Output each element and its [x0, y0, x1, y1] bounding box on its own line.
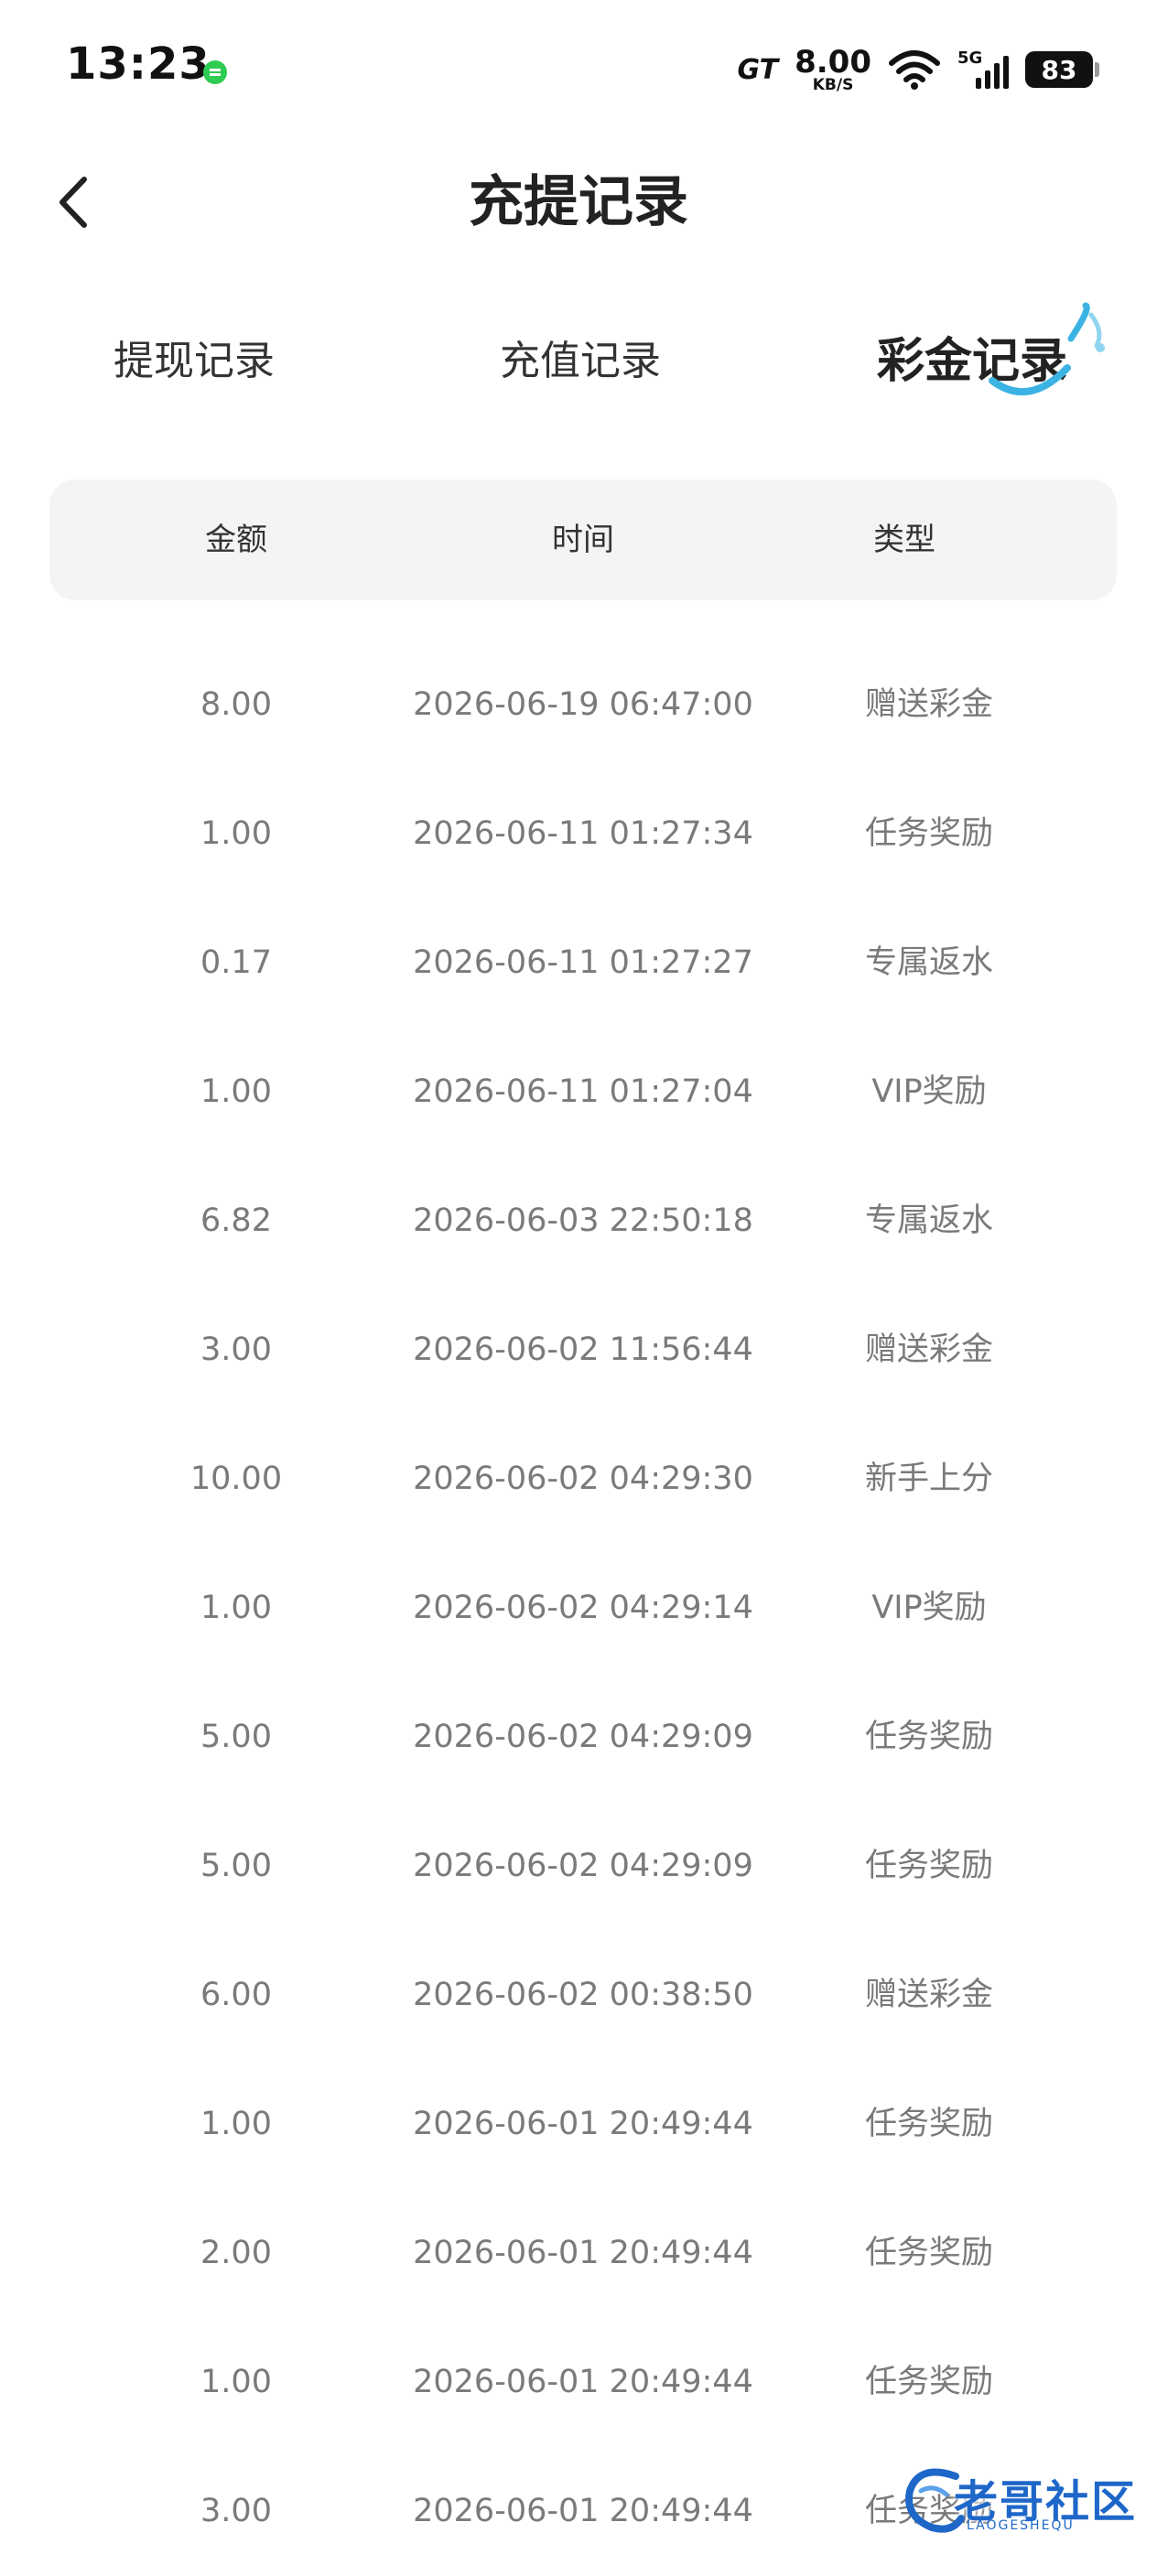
status-bar: 13:23 GT 8.00 KB/S 5G 83 — [0, 0, 1157, 137]
cell-amount: 6.00 — [200, 1977, 272, 2013]
cell-time: 2026-06-01 20:49:44 — [413, 2235, 753, 2271]
network-speed: 8.00 KB/S — [795, 47, 871, 93]
cell-time: 2026-06-19 06:47:00 — [413, 686, 753, 723]
cell-type: VIP奖励 — [871, 1590, 987, 1626]
cell-time: 2026-06-02 04:29:09 — [413, 1719, 753, 1755]
battery-icon: 83 — [1025, 51, 1099, 88]
table-row: 1.00 2026-06-01 20:49:44 任务奖励 — [0, 2060, 1157, 2189]
cell-type: 专属返水 — [864, 944, 993, 981]
cell-time: 2026-06-02 04:29:30 — [413, 1460, 753, 1497]
cell-time: 2026-06-02 11:56:44 — [413, 1331, 753, 1368]
table-row: 2.00 2026-06-01 20:49:44 任务奖励 — [0, 2189, 1157, 2318]
network-brand: GT — [737, 53, 779, 86]
cell-time: 2026-06-02 04:29:09 — [413, 1848, 753, 1884]
cell-time: 2026-06-11 01:27:34 — [413, 815, 753, 852]
column-header-time: 时间 — [552, 522, 614, 558]
cell-amount: 1.00 — [200, 1590, 272, 1626]
cell-amount: 10.00 — [189, 1460, 283, 1497]
table-row: 1.00 2026-06-01 20:49:44 任务奖励 — [0, 2318, 1157, 2447]
status-icons: GT 8.00 KB/S 5G 83 — [737, 42, 1099, 97]
cell-amount: 1.00 — [200, 815, 272, 852]
table-row: 1.00 2026-06-02 04:29:14 VIP奖励 — [0, 1544, 1157, 1673]
cell-type: 赠送彩金 — [864, 1331, 993, 1368]
cell-type: 任务奖励 — [864, 2106, 993, 2142]
cell-time: 2026-06-03 22:50:18 — [413, 1202, 753, 1239]
cell-type: VIP奖励 — [871, 1073, 987, 1110]
table-row: 0.17 2026-06-11 01:27:27 专属返水 — [0, 899, 1157, 1028]
status-time: 13:23 — [66, 38, 211, 90]
table-row: 10.00 2026-06-02 04:29:30 新手上分 — [0, 1415, 1157, 1544]
cell-amount: 3.00 — [200, 1331, 272, 1368]
table-row: 6.82 2026-06-03 22:50:18 专属返水 — [0, 1157, 1157, 1286]
cell-time: 2026-06-02 00:38:50 — [413, 1977, 753, 2013]
cell-type: 任务奖励 — [864, 2364, 993, 2400]
cellular-signal-icon: 5G — [957, 49, 1009, 91]
cell-type: 赠送彩金 — [864, 1977, 993, 2013]
cell-type: 赠送彩金 — [864, 686, 993, 723]
column-header-amount: 金额 — [205, 522, 267, 558]
tab-withdraw-records[interactable]: 提现记录 — [114, 320, 275, 403]
table-row: 5.00 2026-06-02 04:29:09 任务奖励 — [0, 1802, 1157, 1931]
table-row: 1.00 2026-06-11 01:27:34 任务奖励 — [0, 770, 1157, 899]
cell-amount: 5.00 — [200, 1848, 272, 1884]
table-row: 8.00 2026-06-19 06:47:00 赠送彩金 — [0, 641, 1157, 770]
cell-amount: 1.00 — [200, 2364, 272, 2400]
table-row: 3.00 2026-06-02 11:56:44 赠送彩金 — [0, 1286, 1157, 1415]
cell-amount: 1.00 — [200, 2106, 272, 2142]
cell-amount: 6.82 — [200, 1202, 272, 1239]
cell-time: 2026-06-01 20:49:44 — [413, 2493, 753, 2529]
message-notification-icon — [203, 60, 227, 84]
table-row: 5.00 2026-06-02 04:29:09 任务奖励 — [0, 1673, 1157, 1802]
cell-type: 专属返水 — [864, 1202, 993, 1239]
cell-time: 2026-06-02 04:29:14 — [413, 1590, 753, 1626]
cell-type: 任务奖励 — [864, 1848, 993, 1884]
cell-amount: 3.00 — [200, 2493, 272, 2529]
watermark-logo: 老哥社区 LAOGESHEQU — [901, 2460, 1157, 2544]
cell-amount: 0.17 — [200, 944, 272, 981]
network-speed-value: 8.00 — [795, 43, 871, 81]
cell-amount: 8.00 — [200, 686, 272, 723]
cell-type: 任务奖励 — [864, 1719, 993, 1755]
column-header-type: 类型 — [873, 522, 935, 558]
table-row: 1.00 2026-06-11 01:27:04 VIP奖励 — [0, 1028, 1157, 1157]
cell-type: 任务奖励 — [864, 2235, 993, 2271]
cell-time: 2026-06-01 20:49:44 — [413, 2364, 753, 2400]
wifi-icon — [889, 50, 940, 90]
page-title: 充提记录 — [469, 170, 688, 234]
network-speed-unit: KB/S — [812, 75, 854, 94]
cell-amount: 2.00 — [200, 2235, 272, 2271]
cell-time: 2026-06-11 01:27:04 — [413, 1073, 753, 1110]
table-header: 金额 时间 类型 — [49, 480, 1117, 600]
cell-amount: 1.00 — [200, 1073, 272, 1110]
table-row: 6.00 2026-06-02 00:38:50 赠送彩金 — [0, 1931, 1157, 2060]
cell-type: 任务奖励 — [864, 815, 993, 852]
tab-deposit-records[interactable]: 充值记录 — [500, 320, 661, 403]
watermark-subtext: LAOGESHEQU — [967, 2518, 1075, 2533]
cell-time: 2026-06-01 20:49:44 — [413, 2106, 753, 2142]
active-tab-indicator-icon — [989, 302, 1105, 396]
cell-amount: 5.00 — [200, 1719, 272, 1755]
cell-type: 新手上分 — [864, 1460, 993, 1497]
cell-time: 2026-06-11 01:27:27 — [413, 944, 753, 981]
